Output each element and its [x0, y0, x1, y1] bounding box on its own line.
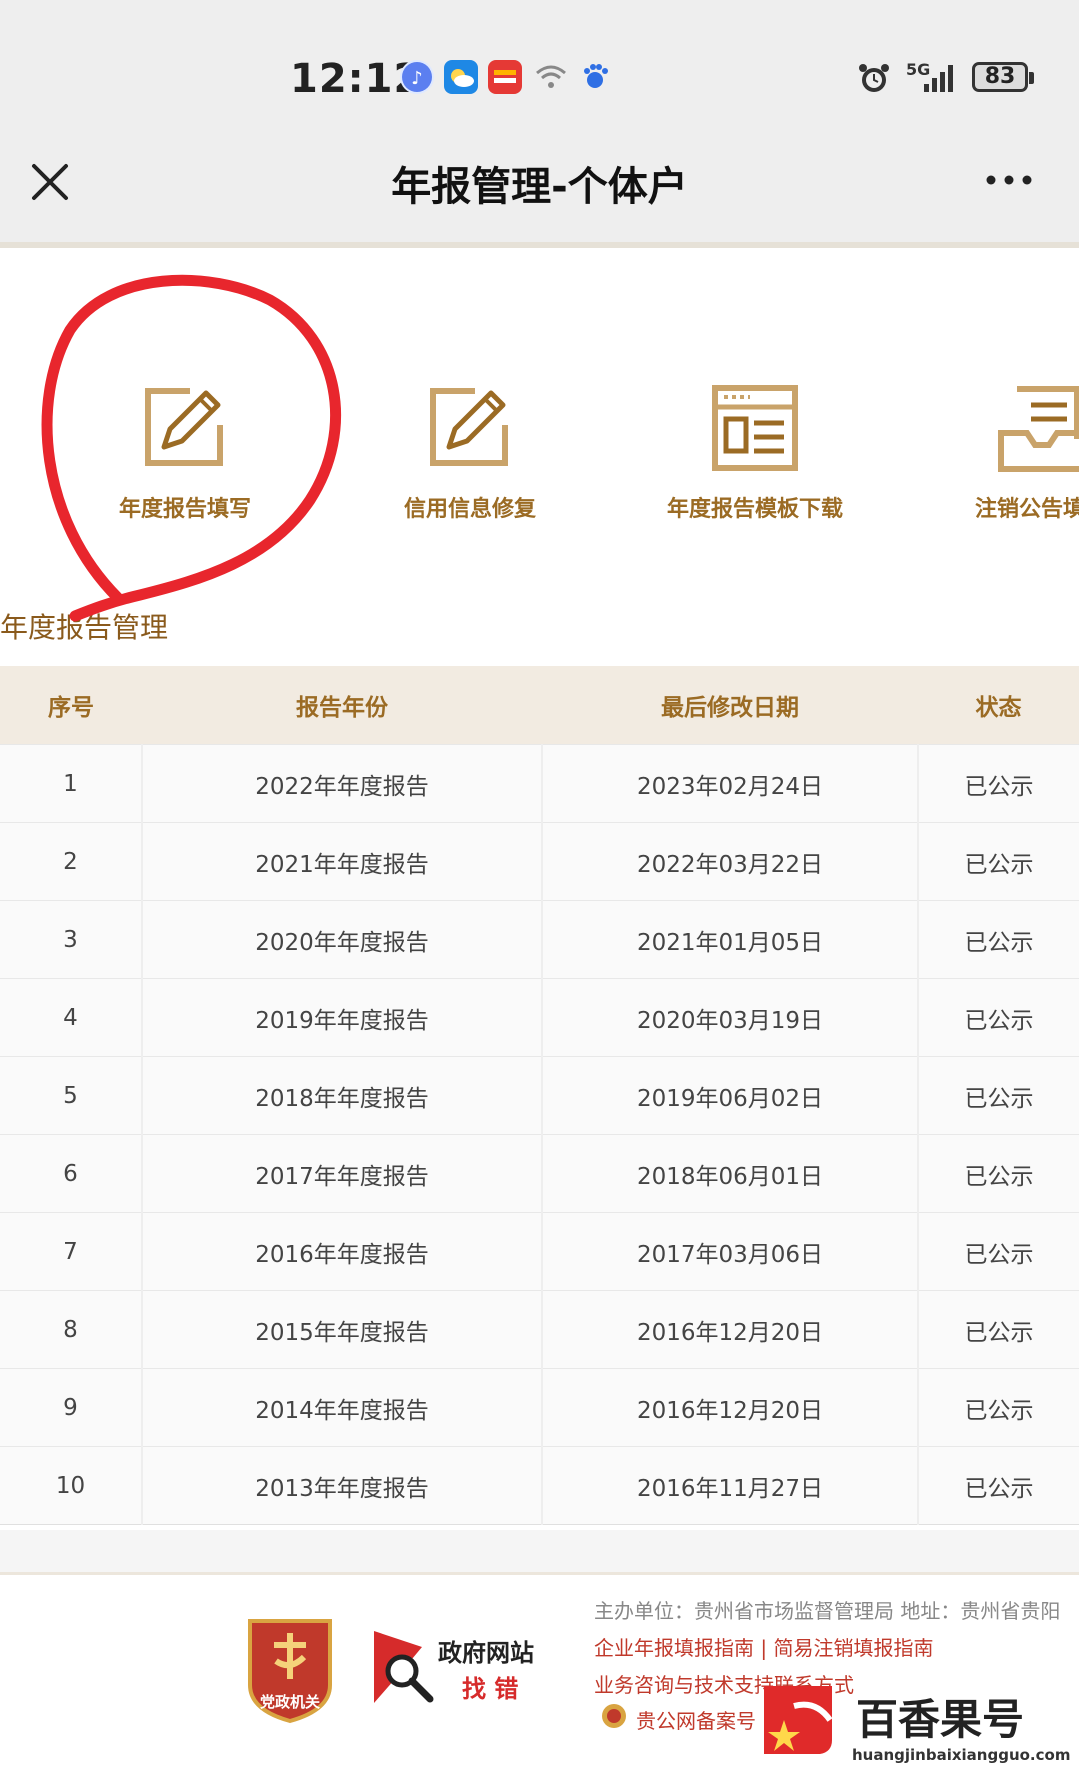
table-cell: 2020年03月19日: [542, 978, 919, 1057]
table-row[interactable]: 9 2014年年度报告 2016年12月20日 已公示: [0, 1368, 1079, 1447]
table-cell: 已公示: [918, 1056, 1079, 1135]
table-cell: 2016年11月27日: [542, 1446, 919, 1525]
table-row[interactable]: 6 2017年年度报告 2018年06月01日 已公示: [0, 1134, 1079, 1213]
baidu-app-icon: [578, 60, 612, 94]
table-cell: 已公示: [918, 1290, 1079, 1369]
table-row[interactable]: 4 2019年年度报告 2020年03月19日 已公示: [0, 978, 1079, 1057]
more-options-icon[interactable]: [984, 170, 1034, 190]
table-cell: 2017年年度报告: [142, 1134, 543, 1213]
table-header-row: 序号 报告年份 最后修改日期 状态: [0, 666, 1079, 745]
table-cell: 9: [0, 1368, 143, 1447]
table-cell: 已公示: [918, 1368, 1079, 1447]
table-row[interactable]: 7 2016年年度报告 2017年03月06日 已公示: [0, 1212, 1079, 1291]
table-cell: 3: [0, 900, 143, 979]
annual-report-table: 序号 报告年份 最后修改日期 状态 1 2022年年度报告 2023年02月24日已…: [0, 666, 1079, 1525]
table-cell: 2020年年度报告: [142, 900, 543, 979]
content-area: 年度报告填写 信用信息修复 年度报告模板下载 注销公告填 年度报告管理 序号 报…: [0, 248, 1079, 1530]
table-row[interactable]: 10 2013年年度报告 2016年11月27日 已公示: [0, 1446, 1079, 1525]
table-cell: 2015年年度报告: [142, 1290, 543, 1369]
sponsor-text: 主办单位：贵州省市场监督管理局 地址：贵州省贵阳: [594, 1599, 1061, 1623]
table-cell: 已公示: [918, 1134, 1079, 1213]
party-organ-badge[interactable]: 党政机关: [244, 1615, 336, 1725]
table-cell: 2022年年度报告: [142, 744, 543, 823]
guides-link[interactable]: 企业年报填报指南 | 简易注销填报指南: [594, 1632, 933, 1661]
table-cell: 4: [0, 978, 143, 1057]
table-cell: 2019年06月02日: [542, 1056, 919, 1135]
table-cell: 1: [0, 744, 143, 823]
watermark-icon: [764, 1686, 833, 1754]
status-bar: 12:12 ♪ 5G 83: [0, 0, 1079, 130]
menu-annual-report-fill[interactable]: 年度报告填写: [55, 383, 315, 523]
battery-indicator: 83: [972, 62, 1034, 92]
table-row[interactable]: 5 2018年年度报告 2019年06月02日 已公示: [0, 1056, 1079, 1135]
news-app-icon: [488, 60, 522, 94]
column-header: 最后修改日期: [542, 666, 918, 745]
page-title: 年报管理-个体户: [391, 164, 688, 210]
table-cell: 7: [0, 1212, 143, 1291]
table-cell: 2016年年度报告: [142, 1212, 543, 1291]
menu-credit-repair[interactable]: 信用信息修复: [340, 383, 600, 523]
table-cell: 2018年年度报告: [142, 1056, 543, 1135]
column-header: 序号: [0, 666, 142, 745]
title-bar: 年报管理-个体户: [0, 130, 1079, 248]
table-cell: 已公示: [918, 1212, 1079, 1291]
notice-icon: [998, 386, 1079, 472]
watermark-url: huangjinbaixiangguo.com: [852, 1746, 1071, 1764]
weather-app-icon: [444, 60, 478, 94]
gov-site-label: 政府网站: [438, 1639, 534, 1667]
table-cell: 2018年06月01日: [542, 1134, 919, 1213]
table-cell: 2016年12月20日: [542, 1368, 919, 1447]
menu-label: 年度报告填写: [118, 497, 251, 522]
table-cell: 已公示: [918, 822, 1079, 901]
table-cell: 2023年02月24日: [542, 744, 919, 823]
alarm-icon: [856, 60, 890, 94]
signal-icon: [922, 60, 962, 94]
table-row[interactable]: 8 2015年年度报告 2016年12月20日 已公示: [0, 1290, 1079, 1369]
table-cell: 已公示: [918, 1446, 1079, 1525]
table-cell: 已公示: [918, 900, 1079, 979]
table-cell: 2017年03月06日: [542, 1212, 919, 1291]
column-header: 报告年份: [142, 666, 542, 745]
watermark-logo: 百香果号 huangjinbaixiangguo.com: [760, 1680, 1079, 1771]
table-cell: 6: [0, 1134, 143, 1213]
template-icon: [712, 385, 798, 471]
menu-label: 年度报告模板下载: [666, 497, 843, 522]
svg-text:♪: ♪: [411, 68, 423, 89]
table-cell: 10: [0, 1446, 143, 1525]
table-cell: 5: [0, 1056, 143, 1135]
table-cell: 2014年年度报告: [142, 1368, 543, 1447]
menu-template-download[interactable]: 年度报告模板下载: [625, 383, 885, 523]
table-cell: 8: [0, 1290, 143, 1369]
table-cell: 已公示: [918, 744, 1079, 823]
gov-site-error-report[interactable]: 政府网站 找 错: [372, 1627, 552, 1717]
menu-cancel-notice[interactable]: 注销公告填: [910, 383, 1079, 523]
table-cell: 2021年01月05日: [542, 900, 919, 979]
table-row[interactable]: 2 2021年年度报告 2022年03月22日 已公示: [0, 822, 1079, 901]
music-app-icon: ♪: [400, 60, 434, 94]
column-header: 状态: [918, 666, 1079, 745]
wifi-icon: [534, 60, 568, 94]
table-cell: 2019年年度报告: [142, 978, 543, 1057]
table-cell: 2016年12月20日: [542, 1290, 919, 1369]
search-icon: [374, 1631, 434, 1703]
table-cell: 2: [0, 822, 143, 901]
table-cell: 已公示: [918, 978, 1079, 1057]
table-cell: 2013年年度报告: [142, 1446, 543, 1525]
table-cell: 2021年年度报告: [142, 822, 543, 901]
edit-icon: [430, 388, 508, 466]
section-title: 年度报告管理: [0, 611, 169, 644]
error-report-label: 找 错: [462, 1675, 519, 1703]
record-number: 贵公网备案号: [636, 1709, 756, 1733]
menu-label: 信用信息修复: [403, 497, 536, 522]
badge-label: 党政机关: [259, 1693, 320, 1711]
police-emblem-icon: [600, 1702, 628, 1730]
menu-label: 注销公告填: [975, 497, 1079, 522]
edit-icon: [145, 388, 223, 466]
table-row[interactable]: 3 2020年年度报告 2021年01月05日 已公示: [0, 900, 1079, 979]
table-row[interactable]: 1 2022年年度报告 2023年02月24日 已公示: [0, 744, 1079, 823]
table-cell: 2022年03月22日: [542, 822, 919, 901]
watermark-name: 百香果号: [856, 1695, 1025, 1744]
